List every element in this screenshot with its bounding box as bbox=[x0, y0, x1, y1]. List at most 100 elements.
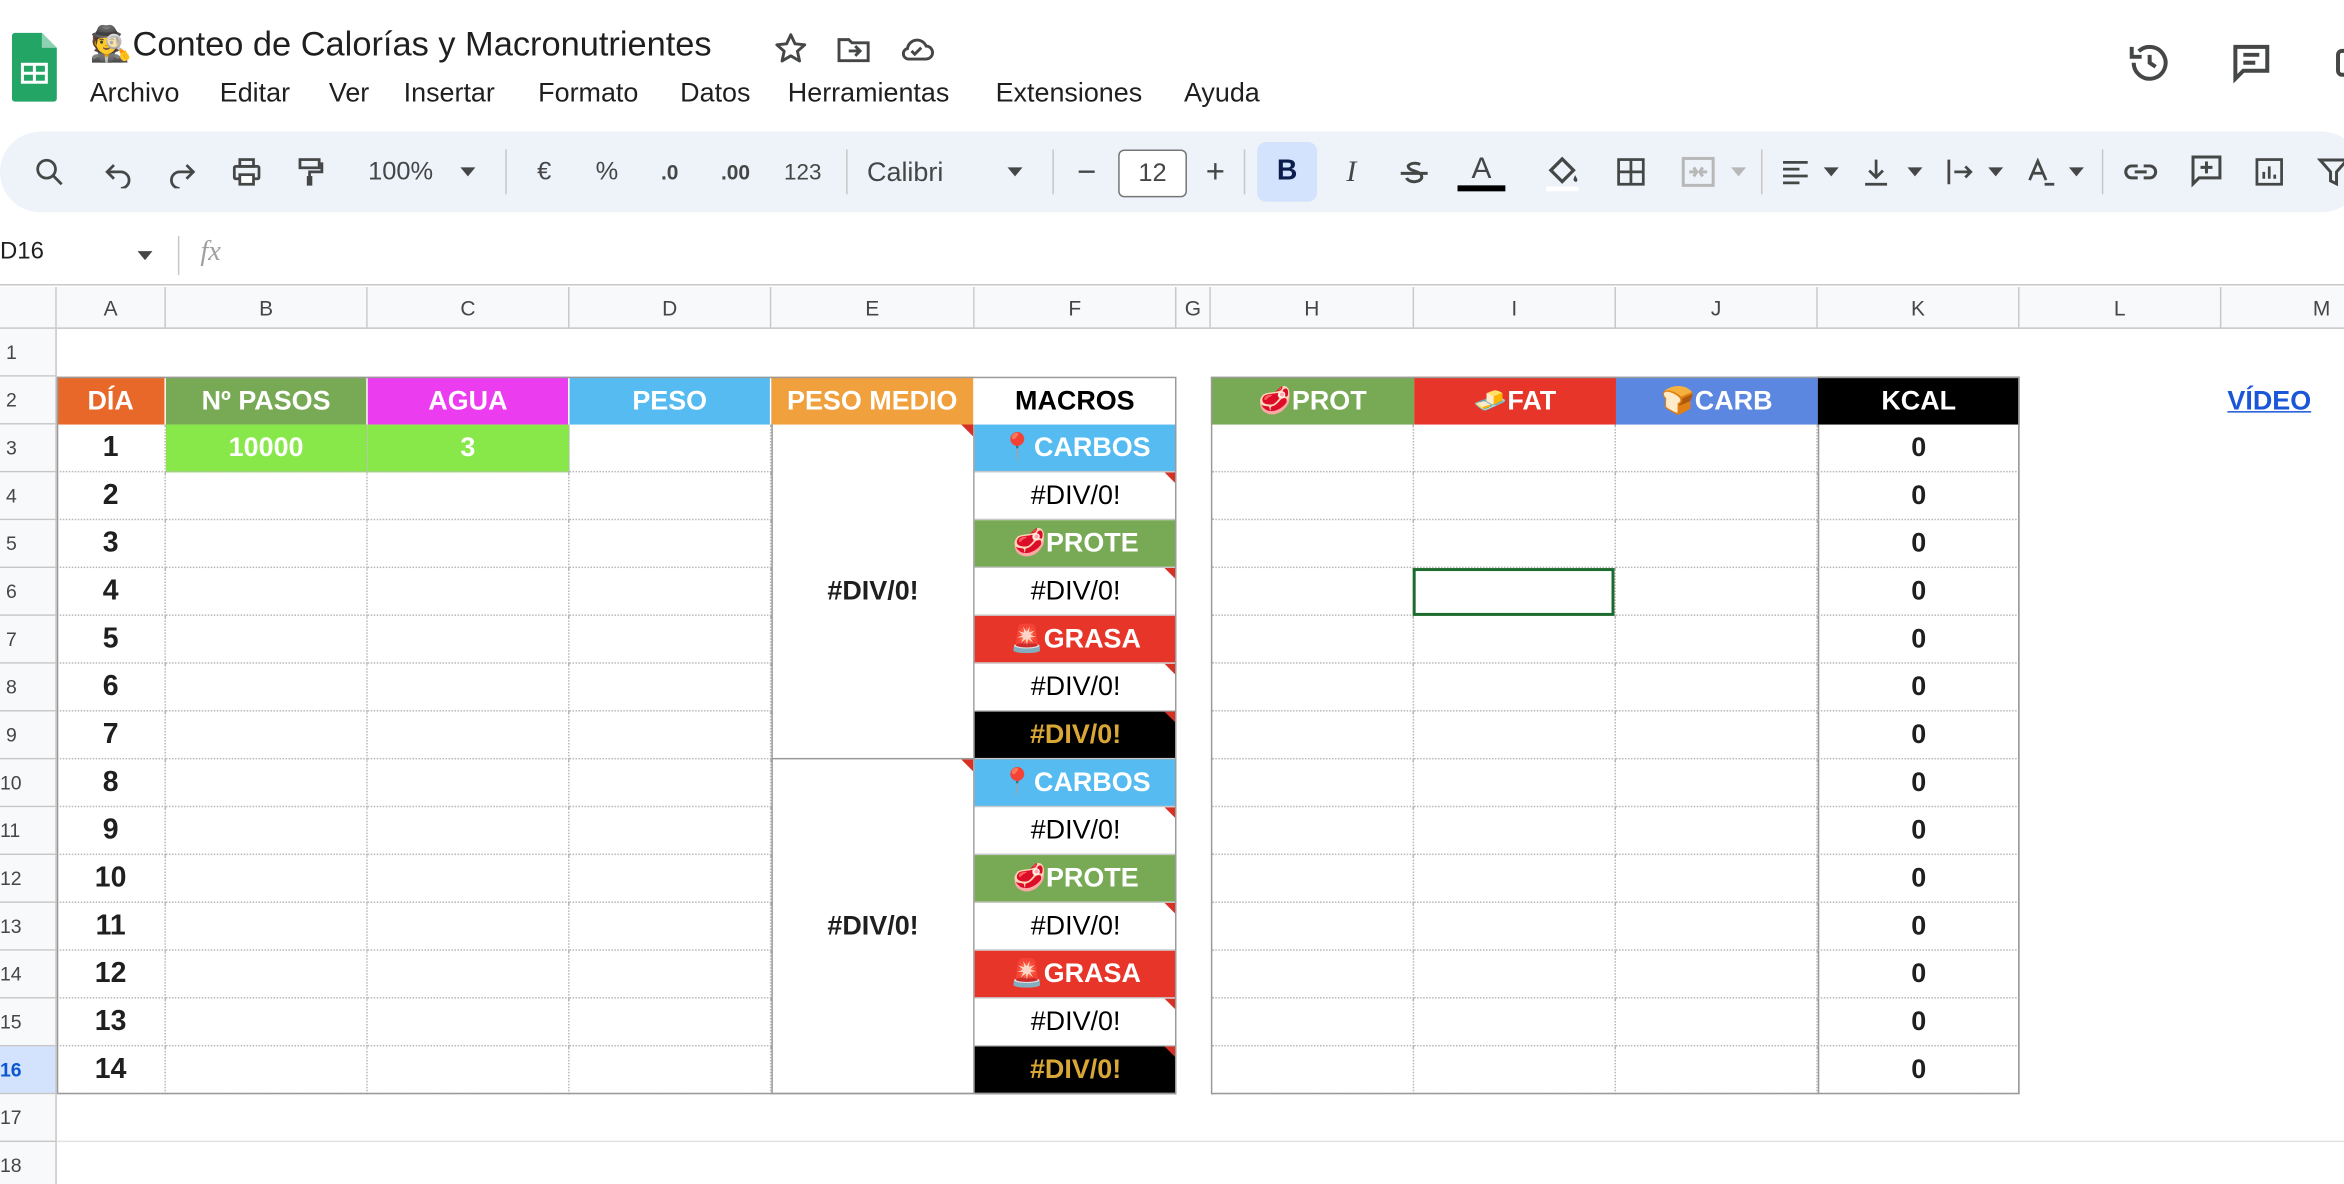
prot-cell[interactable] bbox=[1210, 855, 1415, 903]
column-header-f[interactable]: F bbox=[974, 287, 1177, 329]
fat-cell[interactable] bbox=[1414, 424, 1616, 473]
pasos-cell[interactable] bbox=[165, 711, 368, 760]
carb-cell[interactable] bbox=[1615, 759, 1818, 808]
carb-cell[interactable] bbox=[1615, 807, 1818, 856]
prot-cell[interactable] bbox=[1210, 1046, 1415, 1095]
fat-cell[interactable] bbox=[1414, 520, 1616, 569]
peso-cell[interactable] bbox=[569, 807, 772, 856]
prot-cell[interactable] bbox=[1210, 759, 1415, 808]
active-cell-selection[interactable] bbox=[1412, 568, 1615, 616]
fat-cell[interactable] bbox=[1414, 472, 1616, 521]
pasos-cell[interactable] bbox=[165, 998, 368, 1047]
prot-cell[interactable] bbox=[1210, 520, 1415, 569]
fat-cell[interactable] bbox=[1414, 663, 1616, 712]
peso-cell[interactable] bbox=[569, 424, 772, 473]
row-header-6[interactable]: 6 bbox=[0, 568, 57, 616]
agua-cell[interactable] bbox=[367, 902, 570, 951]
column-header-b[interactable]: B bbox=[165, 287, 368, 329]
column-header-d[interactable]: D bbox=[569, 287, 772, 329]
prot-cell[interactable] bbox=[1210, 950, 1415, 999]
row-header-8[interactable]: 8 bbox=[0, 663, 57, 712]
row-header-10[interactable]: 10 bbox=[0, 759, 57, 808]
pasos-cell[interactable] bbox=[165, 520, 368, 569]
row-header-12[interactable]: 12 bbox=[0, 855, 57, 903]
peso-cell[interactable] bbox=[569, 998, 772, 1047]
agua-cell[interactable]: 3 bbox=[367, 424, 570, 473]
column-header-g[interactable]: G bbox=[1176, 287, 1211, 329]
pasos-cell[interactable] bbox=[165, 759, 368, 808]
fat-cell[interactable] bbox=[1414, 950, 1616, 999]
pasos-cell[interactable] bbox=[165, 855, 368, 903]
fat-cell[interactable] bbox=[1414, 807, 1616, 856]
peso-cell[interactable] bbox=[569, 615, 772, 664]
column-header-h[interactable]: H bbox=[1210, 287, 1415, 329]
prot-cell[interactable] bbox=[1210, 424, 1415, 473]
row-header-1[interactable]: 1 bbox=[0, 328, 57, 377]
peso-cell[interactable] bbox=[569, 1046, 772, 1095]
select-all-corner[interactable] bbox=[0, 287, 57, 329]
column-header-k[interactable]: K bbox=[1817, 287, 2020, 329]
peso-cell[interactable] bbox=[569, 568, 772, 616]
agua-cell[interactable] bbox=[367, 1046, 570, 1095]
fat-cell[interactable] bbox=[1414, 902, 1616, 951]
row-header-13[interactable]: 13 bbox=[0, 902, 57, 951]
column-header-m[interactable]: M bbox=[2221, 287, 2344, 329]
row-header-4[interactable]: 4 bbox=[0, 472, 57, 521]
peso-cell[interactable] bbox=[569, 520, 772, 569]
fat-cell[interactable] bbox=[1414, 855, 1616, 903]
carb-cell[interactable] bbox=[1615, 615, 1818, 664]
column-header-e[interactable]: E bbox=[771, 287, 975, 329]
pasos-cell[interactable] bbox=[165, 950, 368, 999]
column-header-l[interactable]: L bbox=[2019, 287, 2222, 329]
video-link[interactable]: VÍDEO bbox=[2221, 377, 2344, 425]
carb-cell[interactable] bbox=[1615, 950, 1818, 999]
agua-cell[interactable] bbox=[367, 807, 570, 856]
prot-cell[interactable] bbox=[1210, 568, 1415, 616]
peso-cell[interactable] bbox=[569, 472, 772, 521]
row-header-7[interactable]: 7 bbox=[0, 615, 57, 664]
agua-cell[interactable] bbox=[367, 472, 570, 521]
agua-cell[interactable] bbox=[367, 615, 570, 664]
carb-cell[interactable] bbox=[1615, 998, 1818, 1047]
peso-cell[interactable] bbox=[569, 663, 772, 712]
carb-cell[interactable] bbox=[1615, 855, 1818, 903]
agua-cell[interactable] bbox=[367, 520, 570, 569]
pasos-cell[interactable] bbox=[165, 663, 368, 712]
column-header-i[interactable]: I bbox=[1414, 287, 1616, 329]
row-header-5[interactable]: 5 bbox=[0, 520, 57, 569]
carb-cell[interactable] bbox=[1615, 520, 1818, 569]
peso-cell[interactable] bbox=[569, 759, 772, 808]
carb-cell[interactable] bbox=[1615, 902, 1818, 951]
prot-cell[interactable] bbox=[1210, 998, 1415, 1047]
row-header-2[interactable]: 2 bbox=[0, 376, 57, 425]
prot-cell[interactable] bbox=[1210, 615, 1415, 664]
carb-cell[interactable] bbox=[1615, 663, 1818, 712]
row-header-3[interactable]: 3 bbox=[0, 424, 57, 473]
prot-cell[interactable] bbox=[1210, 902, 1415, 951]
pasos-cell[interactable] bbox=[165, 902, 368, 951]
pasos-cell[interactable] bbox=[165, 568, 368, 616]
peso-cell[interactable] bbox=[569, 902, 772, 951]
row-header-9[interactable]: 9 bbox=[0, 711, 57, 760]
agua-cell[interactable] bbox=[367, 568, 570, 616]
row-header-11[interactable]: 11 bbox=[0, 807, 57, 856]
agua-cell[interactable] bbox=[367, 711, 570, 760]
pasos-cell[interactable] bbox=[165, 472, 368, 521]
carb-cell[interactable] bbox=[1615, 472, 1818, 521]
fat-cell[interactable] bbox=[1414, 1046, 1616, 1095]
peso-cell[interactable] bbox=[569, 950, 772, 999]
sheet-grid[interactable]: A B C D E F G H I J K L M 1 2 3 4 5 6 7 8 9 10 11 12 13 14 15 16 17 18… bbox=[0, 0, 2344, 1184]
row-header-18[interactable]: 18 bbox=[0, 1142, 57, 1184]
row-header-16[interactable]: 16 bbox=[0, 1046, 57, 1095]
peso-cell[interactable] bbox=[569, 855, 772, 903]
prot-cell[interactable] bbox=[1210, 807, 1415, 856]
row-header-17[interactable]: 17 bbox=[0, 1094, 57, 1143]
agua-cell[interactable] bbox=[367, 663, 570, 712]
row-header-15[interactable]: 15 bbox=[0, 998, 57, 1047]
carb-cell[interactable] bbox=[1615, 1046, 1818, 1095]
carb-cell[interactable] bbox=[1615, 711, 1818, 760]
fat-cell[interactable] bbox=[1414, 998, 1616, 1047]
agua-cell[interactable] bbox=[367, 998, 570, 1047]
pasos-cell[interactable]: 10000 bbox=[165, 424, 368, 473]
column-header-j[interactable]: J bbox=[1615, 287, 1818, 329]
